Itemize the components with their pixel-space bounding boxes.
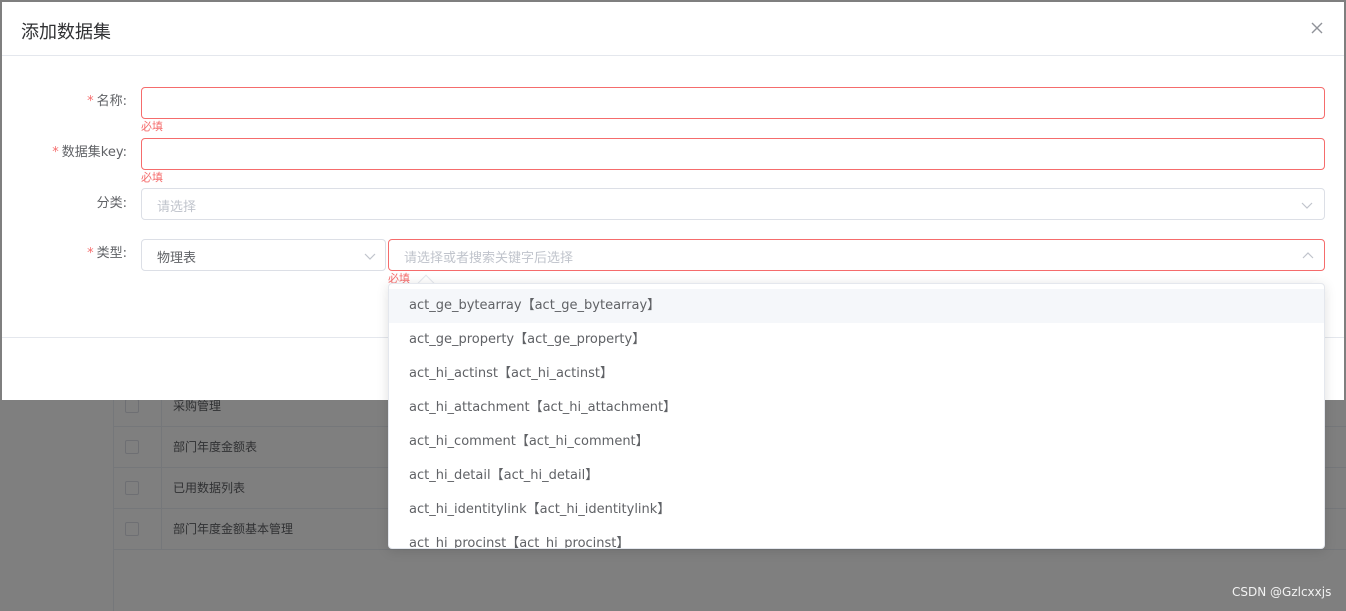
table-search-select[interactable]: 请选择或者搜索关键字后选择 (388, 239, 1325, 271)
dropdown-option[interactable]: act_ge_bytearray【act_ge_bytearray】 (389, 289, 1324, 323)
type-select[interactable]: 物理表 (141, 239, 386, 271)
dropdown-option[interactable]: act_ge_property【act_ge_property】 (389, 323, 1324, 357)
dropdown-option[interactable]: act_hi_comment【act_hi_comment】 (389, 425, 1324, 459)
chevron-up-icon (1302, 252, 1314, 259)
dropdown-option[interactable]: act_hi_procinst【act_hi_procinst】 (389, 527, 1324, 548)
watermark: CSDN @Gzlcxxjs (1232, 585, 1332, 599)
close-icon[interactable] (1308, 19, 1326, 37)
name-input[interactable] (141, 87, 1325, 119)
chevron-down-icon (364, 253, 376, 260)
dialog-header: 添加数据集 (2, 2, 1344, 56)
dialog-title: 添加数据集 (21, 22, 111, 43)
dropdown-option[interactable]: act_hi_attachment【act_hi_attachment】 (389, 391, 1324, 425)
category-select[interactable]: 请选择 (141, 188, 1325, 220)
dataset-key-error-message: 必填 (141, 171, 163, 184)
dataset-key-input[interactable] (141, 138, 1325, 170)
name-label: * 名称: (87, 94, 127, 109)
dataset-key-label: * 数据集key: (52, 145, 127, 160)
table-options-dropdown: act_ge_bytearray【act_ge_bytearray】 act_g… (388, 283, 1325, 549)
dropdown-option[interactable]: act_hi_detail【act_hi_detail】 (389, 459, 1324, 493)
dropdown-option[interactable]: act_hi_identitylink【act_hi_identitylink】 (389, 493, 1324, 527)
category-label: 分类: (96, 196, 127, 211)
dropdown-option[interactable]: act_hi_actinst【act_hi_actinst】 (389, 357, 1324, 391)
chevron-down-icon (1301, 202, 1313, 209)
name-error-message: 必填 (141, 120, 163, 133)
type-label: * 类型: (87, 246, 127, 261)
